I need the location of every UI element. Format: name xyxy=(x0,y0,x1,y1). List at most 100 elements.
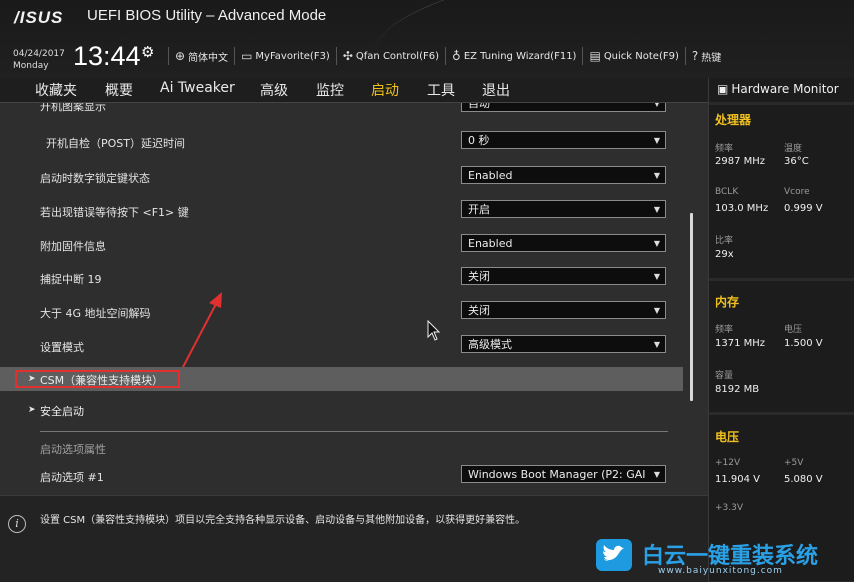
boot-option-1-select[interactable]: Windows Boot Manager (P2: GAI ▼ xyxy=(461,465,666,483)
qfan-control-button[interactable]: ✣ Qfan Control(F6) xyxy=(335,47,445,65)
cpu-section-title: 处理器 xyxy=(715,113,752,127)
mouse-cursor-icon xyxy=(427,320,441,341)
secure-boot-submenu-item[interactable]: ➤ 安全启动 xyxy=(0,399,683,421)
setting-label: 开机图案显示 xyxy=(40,103,106,113)
chevron-down-icon: ▼ xyxy=(653,470,660,479)
above-4g-select[interactable]: 关闭 ▼ xyxy=(461,301,666,319)
ratio-label: 比率 xyxy=(715,236,734,246)
bird-logo-icon xyxy=(596,539,632,571)
vcore-label: Vcore xyxy=(784,187,810,197)
tab-monitor[interactable]: 监控 xyxy=(316,80,344,100)
submenu-arrow-icon: ➤ xyxy=(28,374,36,384)
header: /ISUS UEFI BIOS Utility – Advanced Mode … xyxy=(0,0,854,78)
v5-label: +5V xyxy=(784,458,804,468)
boot-logo-select[interactable]: 自动 ▼ xyxy=(461,103,666,112)
asus-logo: /ISUS xyxy=(14,8,64,27)
cpu-temp-value: 36°C xyxy=(784,156,809,167)
chevron-down-icon: ▼ xyxy=(653,340,660,349)
wait-f1-select[interactable]: 开启 ▼ xyxy=(461,200,666,218)
boot-option-section-title: 启动选项属性 xyxy=(40,443,106,456)
select-value: 高级模式 xyxy=(468,338,512,351)
csm-submenu-item[interactable]: ➤ CSM（兼容性支持模块） xyxy=(0,367,683,391)
mem-volt-label: 电压 xyxy=(784,325,803,335)
setting-row-numlock: 启动时数字锁定键状态 Enabled ▼ xyxy=(0,162,690,192)
setting-row-wait-f1: 若出现错误等待按下 <F1> 键 开启 ▼ xyxy=(0,196,690,226)
setting-row-above-4g: 大于 4G 地址空间解码 关闭 ▼ xyxy=(0,297,690,327)
setting-row-setup-mode: 设置模式 高级模式 ▼ xyxy=(0,331,690,361)
watermark-url: www.baiyunxitong.com xyxy=(658,566,783,576)
info-icon: i xyxy=(8,515,26,533)
select-value: 关闭 xyxy=(468,304,490,317)
ez-tuning-wizard-button[interactable]: ♁ EZ Tuning Wizard(F11) xyxy=(445,47,582,65)
divider xyxy=(40,431,668,432)
divider xyxy=(709,102,854,105)
date-display: 04/24/2017 Monday xyxy=(13,48,65,72)
mem-cap-label: 容量 xyxy=(715,371,734,381)
setting-label: 大于 4G 地址空间解码 xyxy=(40,307,151,320)
divider xyxy=(709,412,854,415)
v33-label: +3.3V xyxy=(715,503,744,513)
bclk-value: 103.0 MHz xyxy=(715,203,769,214)
setup-mode-select[interactable]: 高级模式 ▼ xyxy=(461,335,666,353)
option-rom-select[interactable]: Enabled ▼ xyxy=(461,234,666,252)
chevron-down-icon: ▼ xyxy=(653,136,660,145)
clock: 13:44 xyxy=(73,41,141,71)
hardware-monitor-title: ▣ Hardware Monitor xyxy=(717,82,839,96)
cpu-freq-value: 2987 MHz xyxy=(715,156,766,167)
hotkeys-label: 热键 xyxy=(701,52,722,64)
note-icon: ▤ xyxy=(589,49,601,63)
toolbar: ⊕ 简体中文 ▭ MyFavorite(F3) ✣ Qfan Control(F… xyxy=(168,44,727,68)
setting-label: 若出现错误等待按下 <F1> 键 xyxy=(40,206,189,219)
secure-boot-label: 安全启动 xyxy=(40,405,84,418)
language-button[interactable]: ⊕ 简体中文 xyxy=(168,47,234,65)
app-title: UEFI BIOS Utility – Advanced Mode xyxy=(87,7,327,24)
chevron-down-icon: ▼ xyxy=(653,239,660,248)
vcore-value: 0.999 V xyxy=(784,203,823,214)
hw-title-text: Hardware Monitor xyxy=(731,82,839,96)
v12-label: +12V xyxy=(715,458,741,468)
bulb-icon: ♁ xyxy=(452,49,461,63)
tab-tool[interactable]: 工具 xyxy=(427,80,455,100)
setting-row-boot-logo: 开机图案显示 自动 ▼ xyxy=(0,103,690,120)
scrollbar[interactable] xyxy=(690,213,693,401)
setting-row-int19: 捕捉中断 19 关闭 ▼ xyxy=(0,263,690,293)
tab-ai-tweaker[interactable]: Ai Tweaker xyxy=(160,80,235,96)
myfavorite-label: MyFavorite(F3) xyxy=(255,50,330,62)
v12-value: 11.904 V xyxy=(715,474,761,485)
tab-exit[interactable]: 退出 xyxy=(482,80,510,100)
select-value: 开启 xyxy=(468,203,490,216)
qfan-label: Qfan Control(F6) xyxy=(355,50,440,62)
post-delay-select[interactable]: 0 秒 ▼ xyxy=(461,131,666,149)
v5-value: 5.080 V xyxy=(784,474,823,485)
setting-label: 附加固件信息 xyxy=(40,240,106,253)
setting-label: 启动选项 #1 xyxy=(40,471,104,484)
favorite-icon: ▭ xyxy=(241,49,253,63)
hotkeys-button[interactable]: ? 热键 xyxy=(684,47,727,65)
hardware-monitor: ▣ Hardware Monitor 处理器 频率 2987 MHz 温度 36°… xyxy=(708,78,854,581)
chevron-down-icon: ▼ xyxy=(653,272,660,281)
globe-icon: ⊕ xyxy=(175,49,186,63)
gear-icon[interactable]: ⚙ xyxy=(141,43,154,61)
watermark: 白云一键重装系统 www.baiyunxitong.com xyxy=(596,536,854,581)
weekday-text: Monday xyxy=(13,61,49,71)
numlock-select[interactable]: Enabled ▼ xyxy=(461,166,666,184)
setting-row-post-delay: 开机自检（POST）延迟时间 0 秒 ▼ xyxy=(0,127,690,157)
tab-advanced[interactable]: 高级 xyxy=(260,80,288,100)
fan-icon: ✣ xyxy=(342,49,353,63)
main-menu: 收藏夹 概要 Ai Tweaker 高级 监控 启动 工具 退出 xyxy=(0,78,708,103)
mem-freq-value: 1371 MHz xyxy=(715,338,766,349)
settings-panel: 开机图案显示 自动 ▼ 开机自检（POST）延迟时间 0 秒 ▼ 启动时数字锁定键状… xyxy=(0,103,708,495)
int19-select[interactable]: 关闭 ▼ xyxy=(461,267,666,285)
tab-main[interactable]: 概要 xyxy=(105,80,133,100)
tab-boot[interactable]: 启动 xyxy=(371,80,399,100)
mem-freq-label: 频率 xyxy=(715,325,734,335)
memory-section-title: 内存 xyxy=(715,295,740,309)
quick-note-button[interactable]: ▤ Quick Note(F9) xyxy=(582,47,684,65)
select-value: Windows Boot Manager (P2: GAI xyxy=(468,468,646,481)
tab-favorites[interactable]: 收藏夹 xyxy=(35,80,77,100)
select-value: Enabled xyxy=(468,169,513,182)
bclk-label: BCLK xyxy=(715,187,739,197)
select-value: 关闭 xyxy=(468,270,490,283)
myfavorite-button[interactable]: ▭ MyFavorite(F3) xyxy=(234,47,336,65)
mem-cap-value: 8192 MB xyxy=(715,384,760,395)
